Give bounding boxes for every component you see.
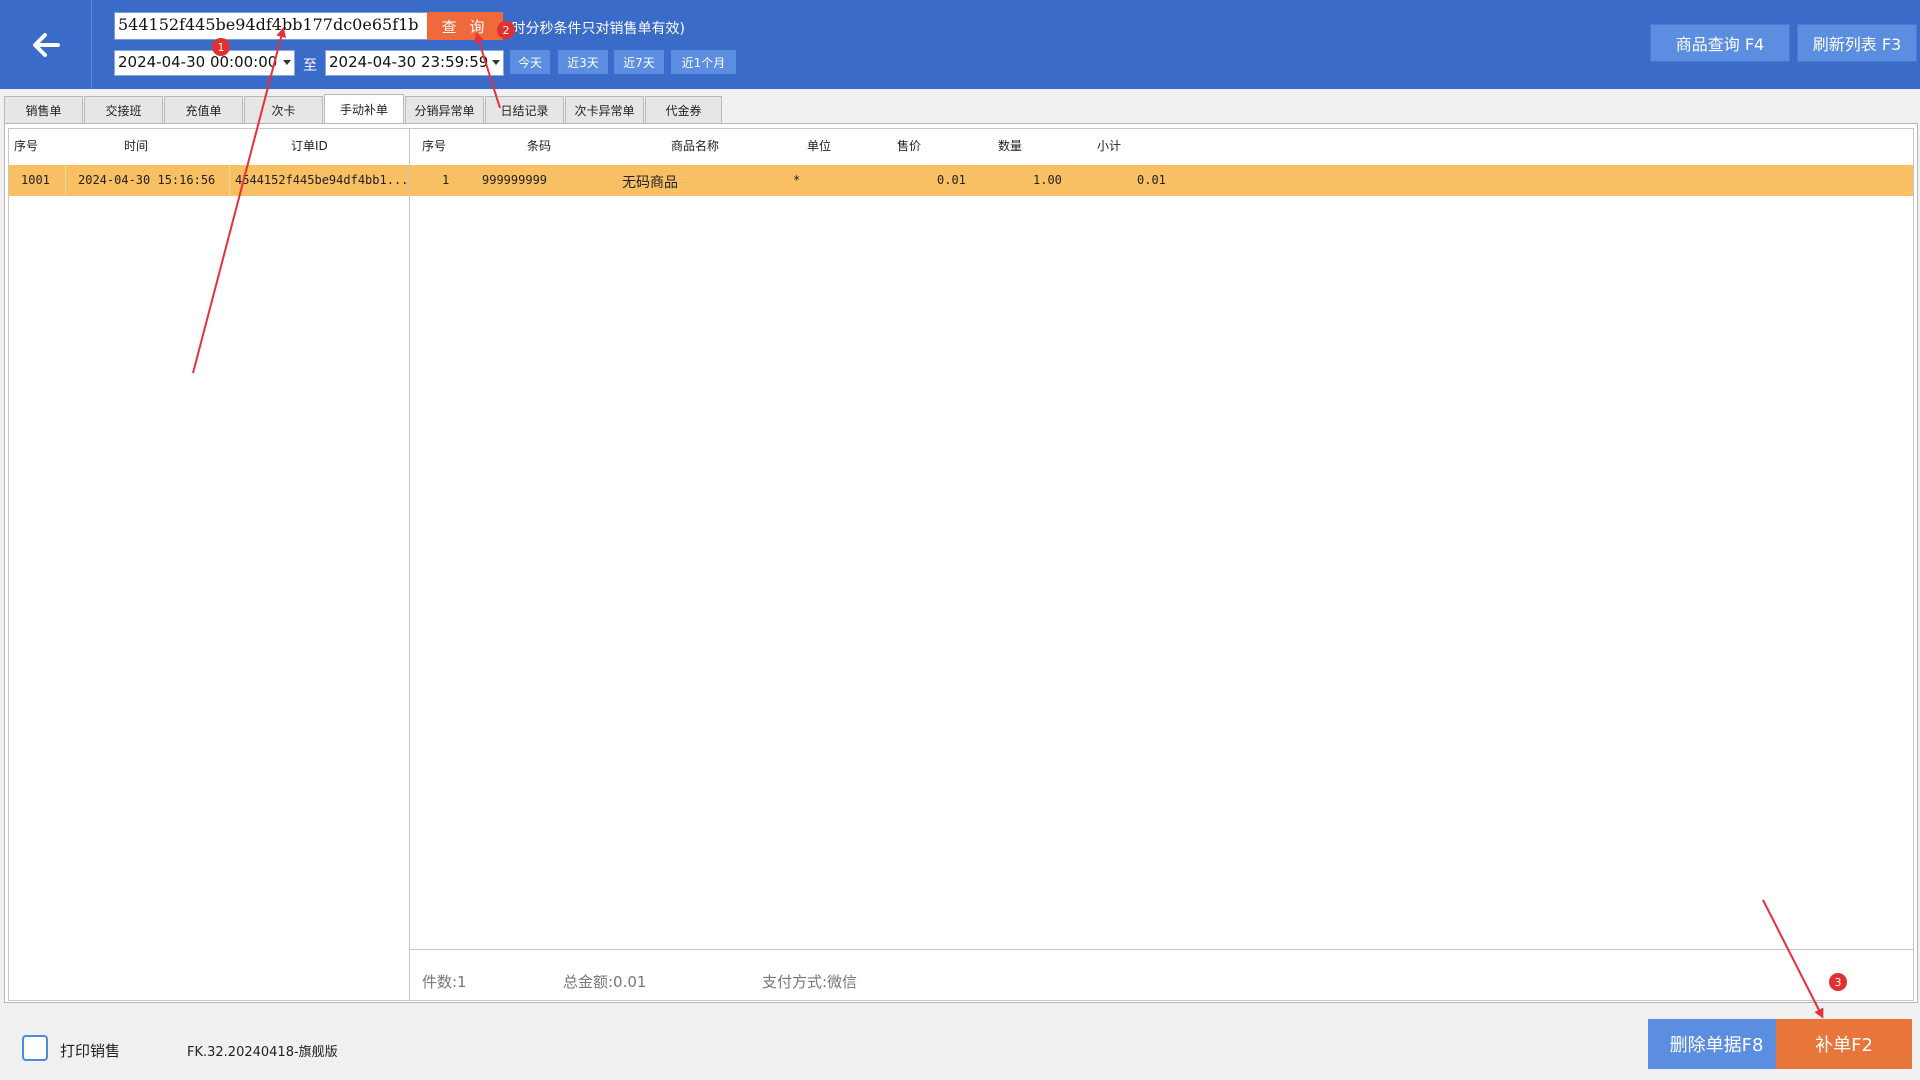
tab-times-card-exception[interactable]: 次卡异常单 <box>565 96 644 124</box>
order-items-panel: 序号 条码 商品名称 单位 售价 数量 小计 1 999999999 无码商品 … <box>409 128 1914 1001</box>
column-header-unit: 单位 <box>807 139 832 153</box>
product-query-button[interactable]: 商品查询 F4 <box>1650 24 1790 62</box>
item-barcode: 999999999 <box>482 173 548 187</box>
item-unit: * <box>793 173 801 187</box>
order-id: 4544152f445be94df4bb1... <box>235 173 409 187</box>
tab-sales[interactable]: 销售单 <box>4 96 83 124</box>
item-quantity: 1.00 <box>1033 173 1062 187</box>
arrow-left-icon <box>32 32 60 57</box>
annotation-badge-3: 3 <box>1829 973 1847 991</box>
tab-distribution-exception[interactable]: 分销异常单 <box>405 96 484 124</box>
column-header-quantity: 数量 <box>998 139 1023 153</box>
quick-7days-button[interactable]: 近7天 <box>614 50 664 74</box>
top-header-bar: 544152f445be94df4bb177dc0e65f1b 查 询 (时分秒… <box>0 0 1920 89</box>
item-count: 件数:1 <box>422 973 467 991</box>
tab-recharge[interactable]: 充值单 <box>164 96 243 124</box>
column-header-order-id: 订单ID <box>291 139 328 153</box>
tab-shift-handover[interactable]: 交接班 <box>84 96 163 124</box>
item-price: 0.01 <box>937 173 966 187</box>
footer-divider <box>410 949 1913 950</box>
quick-3days-button[interactable]: 近3天 <box>558 50 608 74</box>
delete-record-button[interactable]: 删除单据F8 <box>1648 1019 1785 1069</box>
tab-manual-supplement[interactable]: 手动补单 <box>324 94 404 124</box>
quick-1month-button[interactable]: 近1个月 <box>671 50 736 74</box>
column-header-barcode: 条码 <box>527 139 552 153</box>
item-name: 无码商品 <box>622 175 678 191</box>
order-list-panel: 序号 时间 订单ID 1001 2024-04-30 15:16:56 4544… <box>8 128 410 1001</box>
query-note: (时分秒条件只对销售单有效) <box>506 21 685 37</box>
order-seq: 1001 <box>21 173 50 187</box>
cell-divider <box>229 165 230 196</box>
column-header-time: 时间 <box>124 139 149 153</box>
dropdown-caret-icon[interactable] <box>492 60 500 65</box>
supplement-order-button[interactable]: 补单F2 <box>1776 1019 1912 1069</box>
print-sales-checkbox[interactable] <box>22 1035 48 1061</box>
column-header-product-name: 商品名称 <box>671 139 720 153</box>
payment-method: 支付方式:微信 <box>762 973 858 991</box>
date-to-picker[interactable]: 2024-04-30 23:59:59 <box>325 50 504 76</box>
table-row[interactable]: 1 999999999 无码商品 * 0.01 1.00 0.01 <box>410 165 1913 196</box>
column-header-subtotal: 小计 <box>1097 139 1122 153</box>
back-button[interactable] <box>0 0 91 89</box>
header-divider <box>91 0 92 89</box>
item-subtotal: 0.01 <box>1137 173 1166 187</box>
annotation-badge-1: 1 <box>212 38 230 56</box>
date-to-value: 2024-04-30 23:59:59 <box>329 53 489 71</box>
date-range-separator: 至 <box>303 58 317 74</box>
order-time: 2024-04-30 15:16:56 <box>78 173 216 187</box>
column-header-seq: 序号 <box>14 139 39 153</box>
table-row[interactable]: 1001 2024-04-30 15:16:56 4544152f445be94… <box>9 165 409 196</box>
tab-daily-settlement[interactable]: 日结记录 <box>485 96 564 124</box>
print-sales-label: 打印销售 <box>60 1042 121 1060</box>
cell-divider <box>65 165 66 196</box>
item-seq: 1 <box>442 173 450 187</box>
column-header-price: 售价 <box>897 139 922 153</box>
quick-today-button[interactable]: 今天 <box>510 50 550 74</box>
date-from-picker[interactable]: 2024-04-30 00:00:00 <box>114 50 295 76</box>
column-header-seq: 序号 <box>422 139 447 153</box>
dropdown-caret-icon[interactable] <box>283 60 291 65</box>
version-label: FK.32.20240418-旗舰版 <box>187 1045 338 1060</box>
record-tabs: 销售单 交接班 充值单 次卡 手动补单 分销异常单 日结记录 次卡异常单 代金券 <box>4 94 723 124</box>
date-from-value: 2024-04-30 00:00:00 <box>118 53 278 71</box>
tab-voucher[interactable]: 代金券 <box>645 96 722 124</box>
annotation-badge-2: 2 <box>497 21 515 39</box>
query-button[interactable]: 查 询 <box>427 12 503 40</box>
total-amount: 总金额:0.01 <box>563 973 647 991</box>
tab-times-card[interactable]: 次卡 <box>244 96 323 124</box>
refresh-list-button[interactable]: 刷新列表 F3 <box>1797 24 1917 62</box>
order-search-input[interactable]: 544152f445be94df4bb177dc0e65f1b <box>114 12 429 40</box>
